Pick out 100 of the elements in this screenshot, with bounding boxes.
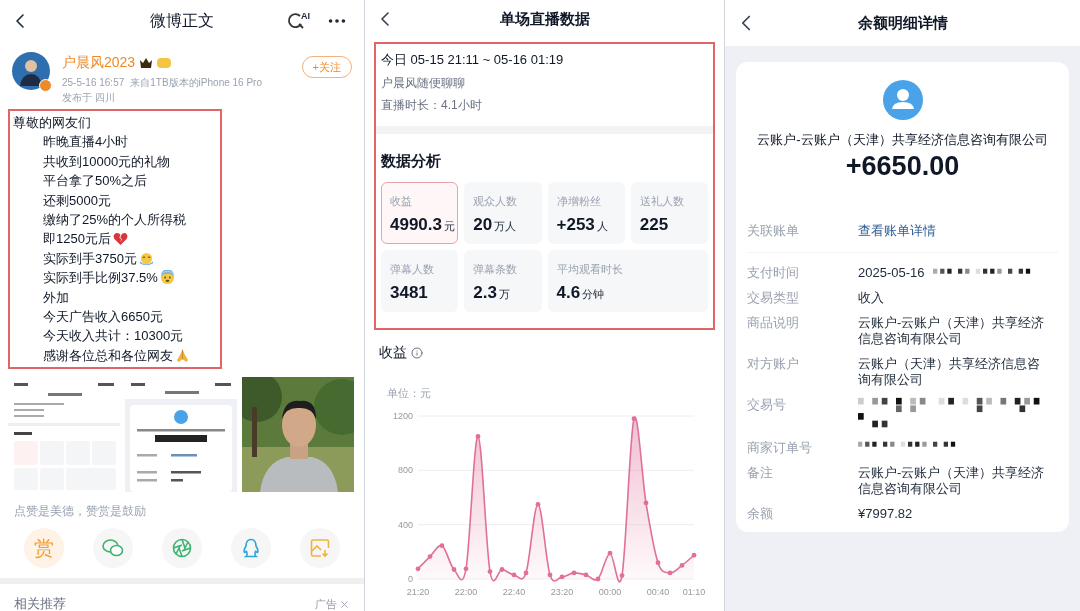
post-text-line: 缴纳了25%的个人所得税 [43,211,187,230]
data-point [439,542,445,548]
detail-value: 收入 [858,289,884,306]
screen-title: 微博正文 [150,11,214,31]
broken-heart-icon [112,232,128,247]
axis-label: 400 [397,519,413,530]
stat-value: 225 [639,215,669,233]
post-text-line: 尊敬的网友们 [13,114,92,132]
data-point [583,572,589,577]
detail-value: ¥7997.82 [858,505,913,522]
axis-label: 01:10 [682,586,706,597]
share-button[interactable] [162,528,202,569]
data-point [427,553,433,559]
detail-label: 备注 [747,464,774,481]
axis-label: 800 [397,464,413,475]
post-text-line: 即1250元后 [43,230,111,249]
post-text-line: 感谢各位总和各位网友 [43,346,173,365]
data-point [547,572,553,577]
stat-label: 平均观看时长 [556,262,624,277]
penguin-icon [241,538,260,559]
data-point [487,568,493,574]
chat-bubbles-icon [102,538,125,559]
amount: +6650.00 [844,149,961,183]
aperture-icon [172,538,192,559]
data-point [559,574,565,579]
chart-unit: 单位：元 [386,386,432,401]
session-duration: 直播时长：4.1小时 [381,96,483,114]
stat-card[interactable]: 平均观看时长 4.6分钟 [547,250,708,312]
stat-card[interactable]: 弹幕条数 2.3万 [464,250,542,312]
stat-unit: 人 [596,218,608,234]
data-point [451,566,457,572]
detail-label: 支付时间 [747,264,800,281]
detail-value: 云账户-云账户（天津）共享经济信息咨询有限公司 [858,464,1046,497]
screen-title: 单场直播数据 [499,8,590,29]
stat-card[interactable]: 收益 4990.3元 [381,182,459,244]
stat-label: 观众人数 [473,194,519,209]
detail-label: 对方账户 [747,355,800,372]
level-badge-icon [157,57,172,68]
screen-title: 余额明细详情 [857,12,948,33]
stat-card[interactable]: 净增粉丝 +253 人 [547,182,625,244]
verified-icon [39,79,52,92]
stat-value: 2.3 [473,283,497,301]
avatar[interactable] [12,52,50,90]
payer-name: 云账户-云账户（天津）共享经济信息咨询有限公司 [756,131,1049,149]
stat-label: 弹幕条数 [473,262,519,277]
post-text-line: 昨晚直播4小时 [43,133,129,152]
post-text-line: 实际到手3750元 [43,249,137,268]
post-text-line: 外加 [43,288,69,307]
axis-label: 00:40 [646,586,670,597]
stat-unit: 万人 [494,218,517,234]
detail-label: 交易类型 [747,289,800,306]
data-point [643,500,649,505]
detail-label: 关联账单 [747,222,800,241]
stat-label: 收益 [390,194,413,209]
chart-title: 收益 [379,343,407,362]
stat-value: 20 [473,215,493,233]
stat-card[interactable]: 送礼人数 225 [630,182,708,244]
post-location: 发布于 四川 [62,91,116,105]
stat-card[interactable]: 观众人数 20万人 [464,182,542,244]
data-point [523,570,529,575]
data-point [631,415,637,421]
post-time: 25-5-16 16:57 [62,76,125,90]
stat-unit: 万 [498,286,510,302]
data-point [607,550,613,556]
data-point [571,570,577,575]
data-point [679,562,685,568]
info-icon[interactable] [411,346,423,359]
stat-label: 弹幕人数 [390,262,435,277]
axis-label: 00:00 [598,586,622,597]
detail-value: 云账户-云账户（天津）共享经济信息咨询有限公司 [858,314,1046,347]
session-name: 户晨风随便聊聊 [381,74,466,92]
related-heading: 相关推荐 [14,595,66,611]
post-text-line: 今天广告收入6650元 [43,308,163,327]
post-text-line: 实际到手比例37.5% [43,269,158,288]
reward-hint: 点赞是美德，赞赏是鼓励 [13,503,147,521]
post-text-line: 还剩5000元 [43,191,111,210]
data-point [511,572,517,577]
axis-label: 22:00 [454,586,478,597]
detail-label: 余额 [747,505,774,522]
detail-label: 交易号 [747,396,787,413]
stat-unit: 分钟 [582,286,605,302]
data-point [535,501,541,507]
data-point [499,566,505,572]
stat-card[interactable]: 弹幕人数 3481 [381,250,459,312]
detail-label: 商品说明 [747,314,800,331]
axis-label: 1200 [392,410,413,421]
stat-label: 送礼人数 [639,194,685,209]
stat-unit: 元 [444,218,455,234]
data-point [475,433,481,439]
save-image-icon [309,538,330,559]
post-text-line: 平台拿了50%之后 [43,172,148,191]
data-point [463,565,469,571]
data-point [595,576,601,581]
axis-label: 21:20 [406,586,430,597]
axis-label: 23:20 [550,586,574,597]
scared-face-icon [159,270,175,286]
detail-value: 2025-05-16 [858,264,925,281]
data-point [667,570,673,575]
bill-details-link[interactable]: 查看账单详情 [858,221,936,241]
data-point [415,565,421,571]
